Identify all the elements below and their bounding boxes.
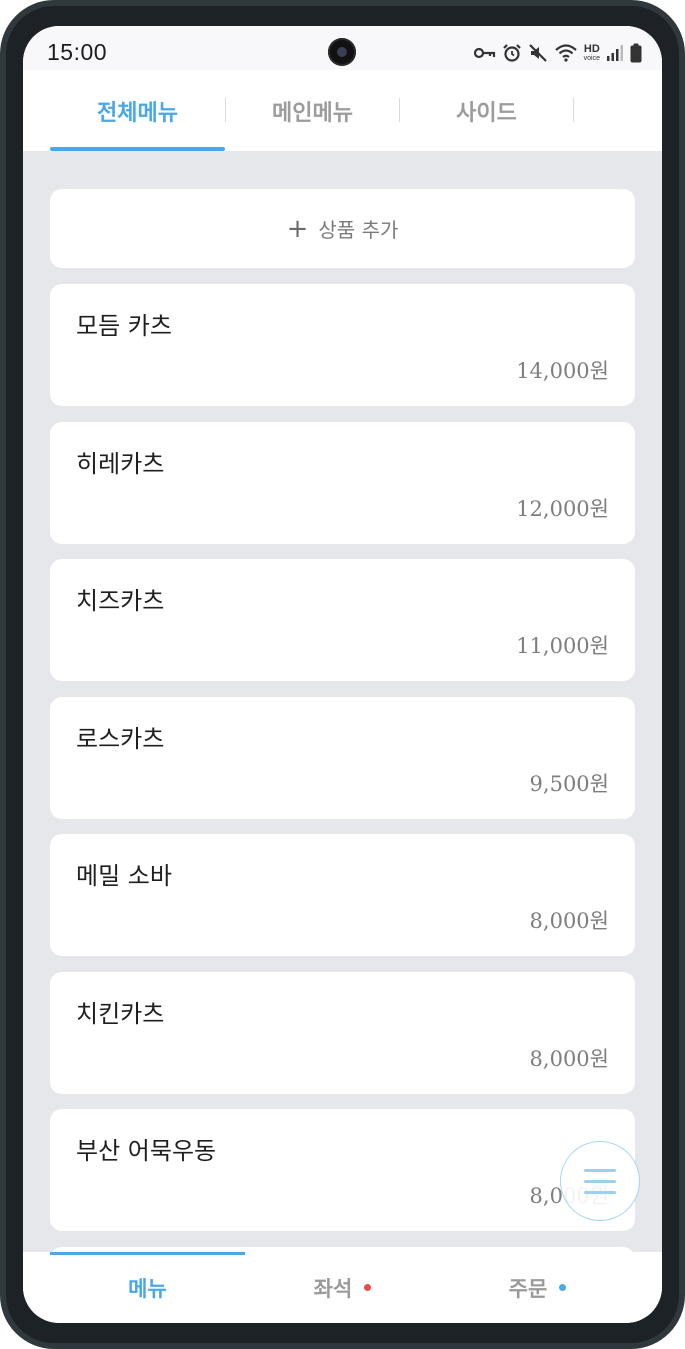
category-tabs: 전체메뉴 메인메뉴 사이드 bbox=[23, 70, 662, 151]
menu-item[interactable]: 부산 어묵우동 8,000원 bbox=[50, 1109, 635, 1231]
tab-side[interactable]: 사이드 bbox=[399, 70, 574, 151]
hd-label: HD bbox=[583, 43, 600, 55]
menu-item-price: 11,000원 bbox=[516, 634, 609, 658]
hamburger-menu-button[interactable] bbox=[560, 1141, 640, 1221]
bottom-tab-seats-label: 좌석 bbox=[313, 1276, 353, 1301]
menu-item-name: 로스카츠 bbox=[76, 725, 165, 753]
status-bar: 15:00 HD voice bbox=[23, 26, 662, 70]
add-product-button[interactable]: + 상품 추가 bbox=[50, 189, 635, 268]
bottom-tab-menu[interactable]: 메뉴 bbox=[50, 1252, 245, 1323]
menu-item-name: 히레카츠 bbox=[76, 450, 165, 478]
bottom-tab-menu-label: 메뉴 bbox=[128, 1276, 167, 1301]
status-icons: HD voice bbox=[473, 42, 642, 64]
wifi-icon bbox=[554, 44, 577, 62]
notification-dot bbox=[364, 1284, 372, 1291]
key-icon bbox=[473, 47, 495, 59]
hamburger-menu-icon bbox=[584, 1168, 616, 1172]
bottom-tab-orders-label: 주문 bbox=[508, 1276, 548, 1301]
menu-item[interactable]: 히레카츠 12,000원 bbox=[50, 422, 635, 544]
menu-item[interactable]: 메밀 소바 8,000원 bbox=[50, 834, 635, 956]
tab-side-label: 사이드 bbox=[456, 100, 517, 126]
voice-label: voice bbox=[583, 55, 600, 62]
menu-item[interactable]: 로스카츠 9,500원 bbox=[50, 697, 635, 819]
hamburger-menu-icon bbox=[584, 1190, 616, 1194]
phone-frame: 15:00 HD voice 전체메뉴 메인메뉴 사이드 + 상품 추가 모듬 … bbox=[0, 0, 685, 1349]
signal-icon bbox=[607, 45, 623, 61]
bottom-nav: 메뉴 좌석 주문 bbox=[23, 1252, 662, 1323]
menu-item-price: 9,500원 bbox=[529, 772, 609, 796]
tab-main-menu[interactable]: 메인메뉴 bbox=[225, 70, 400, 151]
menu-item-name: 치킨카츠 bbox=[76, 1000, 165, 1028]
bottom-tab-orders[interactable]: 주문 bbox=[440, 1252, 635, 1323]
menu-item[interactable]: 모듬 카츠 14,000원 bbox=[50, 284, 635, 406]
hamburger-menu-icon bbox=[584, 1179, 616, 1183]
screen: 15:00 HD voice 전체메뉴 메인메뉴 사이드 + 상품 추가 모듬 … bbox=[23, 26, 662, 1323]
menu-item-name: 메밀 소바 bbox=[76, 862, 172, 890]
tab-main-menu-label: 메인메뉴 bbox=[272, 100, 353, 126]
alarm-icon bbox=[502, 44, 521, 62]
tab-divider bbox=[573, 98, 574, 122]
mute-icon bbox=[528, 44, 547, 62]
add-product-label: 상품 추가 bbox=[318, 218, 399, 242]
status-time: 15:00 bbox=[47, 39, 108, 65]
hd-voice-icon: HD voice bbox=[583, 43, 600, 63]
menu-list: + 상품 추가 모듬 카츠 14,000원 히레카츠 12,000원 치즈카츠 … bbox=[23, 151, 662, 1252]
menu-item-name: 모듬 카츠 bbox=[76, 312, 172, 340]
menu-item-name: 치즈카츠 bbox=[76, 587, 165, 615]
menu-item[interactable]: 치킨카츠 8,000원 bbox=[50, 972, 635, 1094]
menu-item-price: 14,000원 bbox=[516, 359, 609, 383]
notification-dot bbox=[559, 1284, 567, 1291]
tab-all-menu[interactable]: 전체메뉴 bbox=[50, 70, 225, 151]
front-camera bbox=[328, 38, 356, 66]
menu-item-price: 12,000원 bbox=[516, 497, 609, 521]
battery-icon bbox=[630, 43, 642, 63]
menu-item-name: 부산 어묵우동 bbox=[76, 1137, 217, 1165]
plus-icon: + bbox=[286, 213, 309, 244]
tab-all-menu-label: 전체메뉴 bbox=[97, 100, 178, 126]
menu-item[interactable]: 치즈카츠 11,000원 bbox=[50, 559, 635, 681]
bottom-tab-seats[interactable]: 좌석 bbox=[245, 1252, 440, 1323]
menu-item-price: 8,000원 bbox=[529, 909, 609, 933]
menu-item-price: 8,000원 bbox=[529, 1047, 609, 1071]
